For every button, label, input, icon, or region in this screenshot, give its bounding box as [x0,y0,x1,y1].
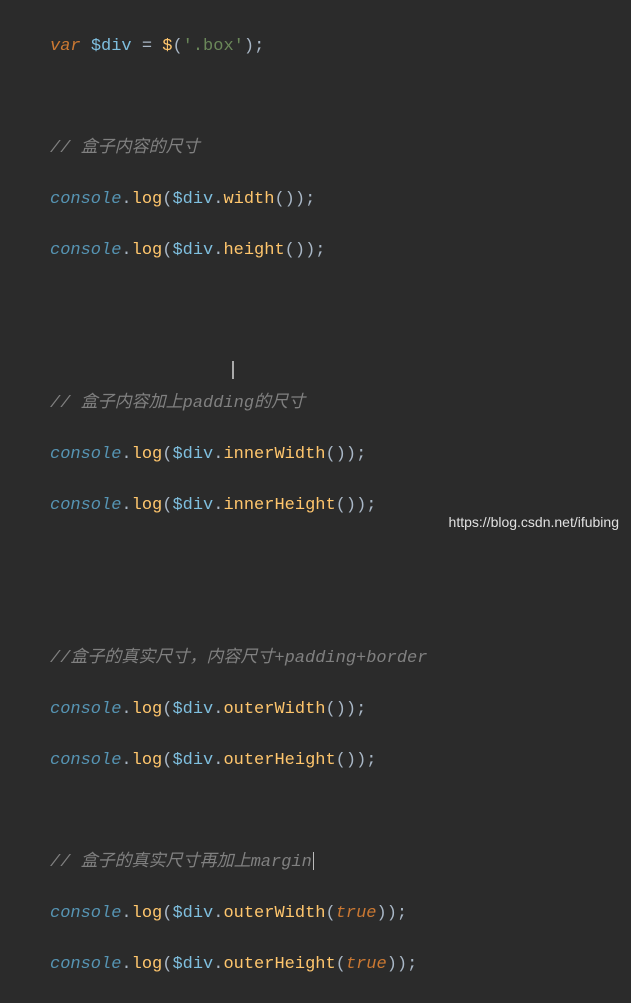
text-cursor-icon [313,852,315,870]
code-line: //盒子的真实尺寸，内容尺寸+padding+border [50,646,631,672]
method-innerheight: innerHeight [223,496,335,515]
code-line: console.log($div.outerHeight()); [50,748,631,774]
code-line: console.log($div.height()); [50,238,631,264]
code-line: console.log($div.innerWidth()); [50,442,631,468]
code-line: console.log($div.width()); [50,187,631,213]
comment: // 盒子内容的尺寸 [50,139,200,158]
method-log: log [132,190,163,209]
variable-div: $div [91,37,132,56]
paren-open: ( [172,37,182,56]
code-line: console.log($div.outerWidth(true)); [50,901,631,927]
jquery-fn: $ [162,37,172,56]
blank-line [50,289,631,315]
code-line: // 盒子的真实尺寸再加上margin [50,850,631,876]
code-line: var $div = $('.box'); [50,34,631,60]
operator-assign: = [132,37,163,56]
method-innerwidth: innerWidth [223,445,325,464]
code-line: // 盒子内容加上padding的尺寸 [50,391,631,417]
comment: // 盒子内容加上padding的尺寸 [50,394,305,413]
method-height: height [223,241,284,260]
method-outerwidth: outerWidth [223,700,325,719]
comment: //盒子的真实尺寸，内容尺寸+padding+border [50,649,427,668]
code-line: console.log($div.outerHeight(true)); [50,952,631,978]
blank-line [50,595,631,621]
code-line: // 盒子内容的尺寸 [50,136,631,162]
console-obj: console [50,190,121,209]
blank-line [50,544,631,570]
semicolon: ; [254,37,264,56]
watermark-text: https://blog.csdn.net/ifubing [449,512,619,533]
code-block: var $div = $('.box'); // 盒子内容的尺寸 console… [0,0,631,1003]
code-line: console.log($div.outerWidth()); [50,697,631,723]
string-selector: '.box' [183,37,244,56]
method-outerheight: outerHeight [223,751,335,770]
comment: // 盒子的真实尺寸再加上margin [50,853,312,872]
boolean-true: true [336,904,377,923]
blank-line [50,799,631,825]
blank-line [50,340,631,366]
method-width: width [223,190,274,209]
keyword-var: var [50,37,81,56]
blank-line [50,85,631,111]
paren-close: ) [244,37,254,56]
